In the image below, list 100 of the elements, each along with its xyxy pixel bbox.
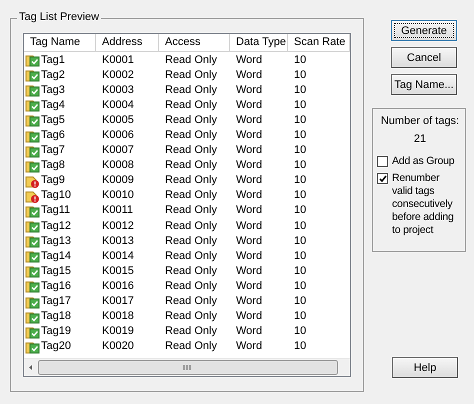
- tag-name-cell: Tag3: [41, 84, 65, 96]
- table-cell-text: K0005: [101, 114, 135, 126]
- checkbox-label[interactable]: Add as Group: [392, 155, 454, 168]
- table-cell-text: Word: [235, 129, 264, 142]
- table-cell-text: Word: [235, 325, 264, 338]
- table-cell-text: K0014: [101, 250, 135, 262]
- column-header[interactable]: Scan Rate: [288, 34, 350, 51]
- table-cell-text: Read Only: [164, 295, 218, 308]
- table-cell-text: Word: [235, 54, 264, 66]
- table-cell-text: Read Only: [164, 340, 218, 352]
- table-cell-text: K0013: [101, 234, 135, 247]
- table-cell-text: 10: [293, 234, 308, 247]
- column-header[interactable]: Access: [159, 34, 230, 51]
- table-cell-text: K0011: [101, 204, 134, 216]
- checkbox[interactable]: [377, 173, 388, 184]
- table-cell-text: Read Only: [164, 54, 218, 66]
- table-cell-text: 10: [293, 280, 308, 292]
- table-cell-text: K0006: [101, 129, 135, 142]
- generate-button[interactable]: Generate: [391, 20, 457, 41]
- column-header[interactable]: Data Type: [230, 34, 288, 51]
- checkbox-label[interactable]: Renumber valid tags consecutively before adding to project: [392, 172, 458, 237]
- table-cell-text: 10: [293, 295, 308, 308]
- table-cell-text: 10: [293, 340, 308, 352]
- table-cell-text: Read Only: [164, 234, 218, 247]
- table-cell-text: Read Only: [164, 310, 218, 322]
- tag-name-cell: Tag8: [41, 159, 65, 172]
- tag-name-cell: Tag1: [41, 54, 65, 66]
- table-cell-text: Read Only: [164, 204, 218, 216]
- tag-name-cell: Tag9: [41, 174, 65, 186]
- table-cell-text: K0009: [101, 174, 135, 186]
- table-cell-text: Word: [235, 340, 264, 352]
- scrollbar-thumb[interactable]: [38, 360, 338, 375]
- table-cell-text: Word: [235, 220, 264, 232]
- table-cell-text: K0007: [101, 144, 135, 156]
- table-cell-text: Word: [235, 84, 264, 96]
- tag-name-cell: Tag5: [41, 114, 65, 126]
- tag-name-cell: Tag12: [41, 220, 71, 232]
- tag-name-cell: Tag4: [41, 98, 65, 111]
- table-cell-text: Word: [235, 295, 264, 308]
- table-cell-text: Word: [235, 204, 264, 216]
- table-cell-text: 10: [293, 310, 308, 322]
- tag-name-button[interactable]: Tag Name...: [391, 74, 457, 95]
- tag-name-cell: Tag11: [41, 204, 70, 216]
- checkbox[interactable]: [377, 156, 388, 167]
- table-cell-text: K0001: [101, 54, 135, 66]
- group-title: Tag List Preview: [17, 11, 102, 23]
- table-cell-text: 10: [293, 129, 308, 142]
- table-cell-text: Word: [235, 310, 264, 322]
- tag-name-cell: Tag19: [41, 325, 71, 338]
- table-cell-text: Read Only: [164, 98, 218, 111]
- table-cell-text: Word: [235, 264, 264, 277]
- table-cell-text: 10: [293, 68, 308, 81]
- table-cell-text: 10: [293, 98, 308, 111]
- table-cell-text: Word: [235, 159, 264, 172]
- tag-name-cell: Tag18: [41, 310, 71, 322]
- table-cell-text: 10: [293, 189, 308, 202]
- column-header[interactable]: Tag Name: [24, 34, 96, 51]
- table-cell-text: Word: [235, 189, 264, 202]
- table-cell-text: Word: [235, 280, 264, 292]
- table-cell-text: Word: [235, 114, 264, 126]
- column-header[interactable]: Address: [96, 34, 159, 51]
- table-cell-text: K0010: [101, 189, 135, 202]
- tag-count-value: 21: [412, 133, 428, 145]
- tag-name-cell: Tag17: [41, 295, 71, 308]
- table-cell-text: K0018: [101, 310, 135, 322]
- table-cell-text: K0004: [101, 98, 135, 111]
- table-cell-text: Word: [235, 234, 264, 247]
- table-cell-text: Read Only: [164, 264, 218, 277]
- table-cell-text: K0019: [101, 325, 135, 338]
- table-cell-text: 10: [293, 204, 308, 216]
- table-cell-text: Read Only: [164, 325, 218, 338]
- table-cell-text: Read Only: [164, 129, 218, 142]
- table-cell-text: 10: [293, 264, 308, 277]
- tag-name-cell: Tag10: [41, 189, 71, 202]
- table-cell-text: K0003: [101, 84, 135, 96]
- table-cell-text: Read Only: [164, 68, 218, 81]
- tag-name-cell: Tag15: [41, 264, 71, 277]
- table-cell-text: Read Only: [164, 189, 218, 202]
- table-cell-text: Read Only: [164, 174, 218, 186]
- table-cell-text: 10: [293, 54, 308, 66]
- table-cell-text: Word: [235, 98, 264, 111]
- table-cell-text: Read Only: [164, 144, 218, 156]
- table-cell-text: 10: [293, 144, 308, 156]
- table-cell-text: Word: [235, 68, 264, 81]
- table-cell-text: 10: [293, 174, 308, 186]
- table-cell-text: Read Only: [164, 114, 218, 126]
- help-button[interactable]: Help: [392, 357, 458, 378]
- tag-name-cell: Tag14: [41, 250, 71, 262]
- table-cell-text: K0020: [101, 340, 135, 352]
- table-cell-text: 10: [293, 250, 308, 262]
- tag-name-cell: Tag2: [41, 68, 65, 81]
- cancel-button[interactable]: Cancel: [391, 47, 457, 68]
- table-cell-text: Read Only: [164, 220, 218, 232]
- table-cell-text: K0017: [101, 295, 135, 308]
- tag-name-cell: Tag7: [41, 144, 65, 156]
- table-cell-text: Word: [235, 250, 264, 262]
- table-cell-text: Read Only: [164, 280, 218, 292]
- table-cell-text: K0008: [101, 159, 135, 172]
- tag-name-cell: Tag6: [41, 129, 65, 142]
- table-cell-text: 10: [293, 84, 308, 96]
